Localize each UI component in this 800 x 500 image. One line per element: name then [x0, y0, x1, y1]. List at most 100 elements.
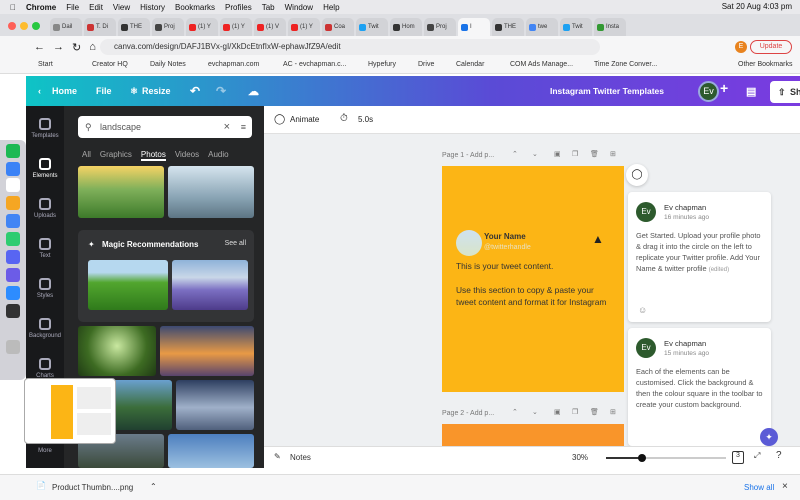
- browser-tab[interactable]: Twit: [560, 18, 592, 36]
- chrome-icon[interactable]: [6, 214, 20, 228]
- page2-lock-icon[interactable]: ▣: [554, 408, 561, 416]
- add-page-icon[interactable]: ⊞: [610, 150, 616, 158]
- browser-tab[interactable]: twe: [526, 18, 558, 36]
- tweet-name[interactable]: Your Name: [484, 232, 526, 241]
- comment-card-2[interactable]: Ev Ev chapman 15 minutes ago Each of the…: [628, 328, 771, 446]
- home-icon[interactable]: ⌂: [89, 41, 96, 53]
- resize-icon[interactable]: ⚛: [130, 86, 138, 97]
- show-all-button[interactable]: Show all: [744, 483, 774, 492]
- browser-tab[interactable]: THE: [118, 18, 150, 36]
- magic-assistant-icon[interactable]: ✦: [760, 428, 778, 446]
- browser-tab[interactable]: Dail: [50, 18, 82, 36]
- photo-blue-sky[interactable]: [168, 434, 254, 468]
- photo-snowy-peak[interactable]: [176, 380, 254, 430]
- close-window-icon[interactable]: [8, 22, 16, 30]
- filter-icon[interactable]: ≡: [241, 116, 246, 138]
- menu-window[interactable]: Window: [285, 3, 313, 12]
- bookmark-ac-evchapman[interactable]: AC - evchapman.c...: [283, 61, 346, 68]
- user-avatar[interactable]: Ev: [698, 81, 719, 102]
- back-chevron-icon[interactable]: ‹: [38, 86, 41, 96]
- zoom-window-icon[interactable]: [32, 22, 40, 30]
- twitter-bird-icon[interactable]: ▲: [592, 232, 604, 246]
- url-field[interactable]: canva.com/design/DAFJ1BVx-gI/XkDcEtnfIxW…: [100, 39, 600, 55]
- browser-tab[interactable]: Proj: [424, 18, 456, 36]
- bookmark-hypefury[interactable]: Hypefury: [368, 61, 396, 68]
- comment-card-1[interactable]: Ev Ev chapman 16 minutes ago Get Started…: [628, 192, 771, 322]
- download-file-name[interactable]: Product Thumbn....png: [52, 483, 133, 492]
- close-downloads-icon[interactable]: ×: [782, 481, 788, 492]
- redo-icon[interactable]: ↷: [216, 84, 226, 98]
- design-title[interactable]: Instagram Twitter Templates: [550, 86, 664, 96]
- spotify-icon[interactable]: [6, 144, 20, 158]
- browser-tab[interactable]: (1) V: [254, 18, 286, 36]
- rail-templates[interactable]: Templates: [26, 118, 64, 139]
- page-collapse-icon[interactable]: ⌃: [512, 150, 518, 158]
- page2-delete-icon[interactable]: 🗑: [590, 408, 599, 416]
- rail-background[interactable]: Background: [26, 318, 64, 339]
- tab-all[interactable]: All: [82, 150, 91, 161]
- resize-button[interactable]: Resize: [142, 86, 171, 96]
- menu-profiles[interactable]: Profiles: [225, 3, 252, 12]
- rail-uploads[interactable]: Uploads: [26, 198, 64, 219]
- bookmark-evchapman[interactable]: evchapman.com: [208, 61, 259, 68]
- page-expand-icon[interactable]: ⌄: [532, 150, 538, 158]
- see-all-link[interactable]: See all: [225, 240, 246, 247]
- bookmark-start[interactable]: Start: [38, 61, 53, 68]
- tweet-text-2[interactable]: Use this section to copy & paste your tw…: [456, 284, 616, 308]
- menu-chrome[interactable]: Chrome: [26, 3, 56, 12]
- browser-tab[interactable]: (1) Y: [186, 18, 218, 36]
- page-count-button[interactable]: 3: [732, 451, 744, 464]
- emoji-reaction-icon[interactable]: ☺: [638, 304, 647, 318]
- finder-icon[interactable]: [6, 162, 20, 176]
- photo-sunset-lake[interactable]: [160, 326, 254, 376]
- bookmark-time-zone[interactable]: Time Zone Conver...: [594, 61, 657, 68]
- page2-expand-icon[interactable]: ⌄: [532, 408, 538, 416]
- update-button[interactable]: Update: [750, 40, 792, 54]
- app-icon[interactable]: [6, 268, 20, 282]
- rail-elements[interactable]: Elements: [26, 158, 64, 179]
- rail-more[interactable]: More: [26, 448, 64, 454]
- discord-icon[interactable]: [6, 250, 20, 264]
- zoom-slider-track[interactable]: [606, 454, 726, 462]
- tweet-handle[interactable]: @twitterhandle: [484, 244, 531, 251]
- bookmark-daily-notes[interactable]: Daily Notes: [150, 61, 186, 68]
- tab-audio[interactable]: Audio: [208, 150, 228, 161]
- clear-search-icon[interactable]: ×: [224, 116, 230, 138]
- reload-icon[interactable]: ↻: [72, 41, 81, 54]
- browser-tab[interactable]: I: [458, 18, 490, 36]
- window-preview-thumbnail[interactable]: [24, 378, 116, 444]
- add-comment-icon[interactable]: ◯: [626, 164, 648, 186]
- page-2-canvas[interactable]: [442, 424, 624, 446]
- browser-tab[interactable]: Proj: [152, 18, 184, 36]
- apple-tv-icon[interactable]: [6, 304, 20, 318]
- photos-icon[interactable]: [6, 196, 20, 210]
- forward-icon[interactable]: →: [53, 41, 64, 53]
- bookmark-com-ads[interactable]: COM Ads Manage...: [510, 61, 573, 68]
- browser-tab[interactable]: Coa: [322, 18, 354, 36]
- rail-styles[interactable]: Styles: [26, 278, 64, 299]
- download-options-icon[interactable]: ⌃: [150, 482, 157, 491]
- tab-graphics[interactable]: Graphics: [100, 150, 132, 161]
- back-icon[interactable]: ←: [34, 41, 45, 53]
- fullscreen-icon[interactable]: ⤢: [754, 451, 760, 461]
- tab-photos[interactable]: Photos: [140, 150, 166, 161]
- photo-sunrise-field[interactable]: [78, 166, 164, 218]
- browser-tab[interactable]: (1) Y: [220, 18, 252, 36]
- profile-photo-placeholder[interactable]: [456, 230, 482, 256]
- animate-icon[interactable]: ◯: [274, 114, 285, 125]
- photo-green-field[interactable]: [88, 260, 168, 310]
- notes-icon[interactable]: ✎: [274, 452, 281, 461]
- animate-button[interactable]: Animate: [290, 115, 319, 124]
- zoom-icon[interactable]: [6, 286, 20, 300]
- menu-bookmarks[interactable]: Bookmarks: [175, 3, 215, 12]
- cloud-save-icon[interactable]: ☁: [248, 85, 259, 98]
- calendar-icon[interactable]: [6, 178, 20, 192]
- help-icon[interactable]: ?: [776, 450, 782, 461]
- duration-button[interactable]: 5.0s: [358, 115, 373, 124]
- add-people-icon[interactable]: +: [720, 80, 728, 96]
- bookmark-calendar[interactable]: Calendar: [456, 61, 484, 68]
- messages-icon[interactable]: [6, 232, 20, 246]
- minimize-window-icon[interactable]: [20, 22, 28, 30]
- menu-view[interactable]: View: [113, 3, 130, 12]
- menu-history[interactable]: History: [140, 3, 165, 12]
